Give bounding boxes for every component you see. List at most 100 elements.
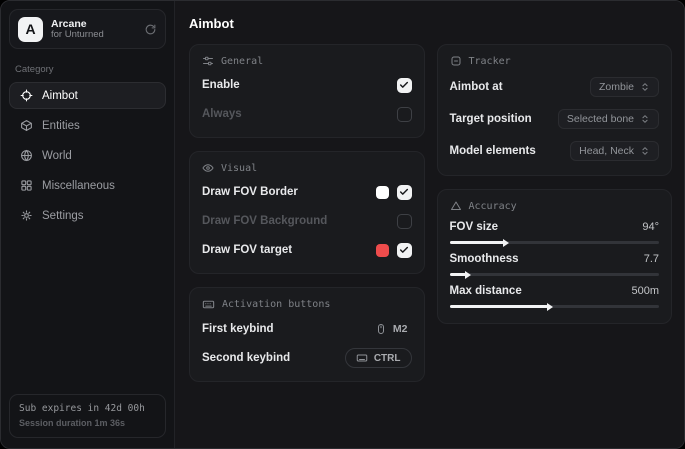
fov-target-checkbox[interactable] bbox=[397, 243, 412, 258]
keybind-value: M2 bbox=[393, 323, 408, 335]
first-keybind-button[interactable]: M2 bbox=[371, 320, 412, 338]
sidebar-item-settings[interactable]: Settings bbox=[9, 202, 166, 229]
always-checkbox[interactable] bbox=[397, 107, 412, 122]
setting-label: Aimbot at bbox=[450, 81, 503, 93]
page-title: Aimbot bbox=[189, 16, 672, 31]
keyboard-icon bbox=[202, 298, 215, 311]
cube-icon bbox=[20, 119, 33, 132]
setting-row: Aimbot at Zombie bbox=[450, 74, 660, 99]
session-duration-text: Session duration 1m 36s bbox=[19, 417, 156, 431]
sidebar-item-miscellaneous[interactable]: Miscellaneous bbox=[9, 172, 166, 199]
slider-label: FOV size bbox=[450, 221, 499, 233]
fov-target-color-swatch[interactable] bbox=[376, 244, 389, 257]
sidebar-item-world[interactable]: World bbox=[9, 142, 166, 169]
app-name: Arcane bbox=[51, 18, 136, 30]
select-value: Head, Neck bbox=[579, 145, 634, 157]
section-title: General bbox=[221, 56, 263, 67]
setting-label: First keybind bbox=[202, 323, 274, 335]
gear-icon bbox=[20, 209, 33, 222]
slider-thumb[interactable] bbox=[503, 239, 509, 247]
section-title: Visual bbox=[221, 163, 257, 174]
scan-box-icon bbox=[450, 55, 462, 67]
sidebar-item-label: Entities bbox=[42, 120, 80, 132]
setting-label: Always bbox=[202, 108, 242, 120]
app-window: A Arcane for Unturned Category Aimbot bbox=[0, 0, 685, 449]
sidebar-item-entities[interactable]: Entities bbox=[9, 112, 166, 139]
slider-value: 500m bbox=[631, 285, 659, 297]
triangle-icon bbox=[450, 200, 462, 212]
keybind-value: CTRL bbox=[374, 353, 401, 364]
fov-background-checkbox[interactable] bbox=[397, 214, 412, 229]
section-title: Tracker bbox=[469, 56, 511, 67]
slider-block: Smoothness 7.7 bbox=[450, 253, 660, 276]
setting-label: Target position bbox=[450, 113, 532, 125]
grid-icon bbox=[20, 179, 33, 192]
select-value: Zombie bbox=[599, 81, 634, 93]
setting-row: Second keybind CTRL bbox=[202, 347, 412, 369]
section-title: Accuracy bbox=[469, 201, 517, 212]
select-value: Selected bone bbox=[567, 113, 634, 125]
globe-icon bbox=[20, 149, 33, 162]
sliders-icon bbox=[202, 55, 214, 67]
app-subtitle: for Unturned bbox=[51, 30, 136, 41]
aimbot-at-select[interactable]: Zombie bbox=[590, 77, 659, 97]
general-card: General Enable Always bbox=[189, 44, 425, 138]
slider-label: Smoothness bbox=[450, 253, 519, 265]
slider-value: 94° bbox=[642, 221, 659, 233]
slider-value: 7.7 bbox=[644, 253, 659, 265]
setting-row: Enable bbox=[202, 74, 412, 96]
crosshair-icon bbox=[20, 89, 33, 102]
second-keybind-button[interactable]: CTRL bbox=[345, 348, 412, 368]
setting-row: Draw FOV Border bbox=[202, 181, 412, 203]
category-label: Category bbox=[15, 64, 160, 75]
slider-label: Max distance bbox=[450, 285, 522, 297]
setting-row: Draw FOV target bbox=[202, 239, 412, 261]
setting-label: Draw FOV Background bbox=[202, 215, 327, 227]
setting-label: Second keybind bbox=[202, 352, 290, 364]
chevrons-up-down-icon bbox=[640, 114, 650, 124]
subscription-status: Sub expires in 42d 00h Session duration … bbox=[9, 394, 166, 438]
fov-size-slider[interactable] bbox=[450, 241, 660, 244]
sub-expires-text: Sub expires in 42d 00h bbox=[19, 402, 156, 416]
chevrons-up-down-icon bbox=[640, 82, 650, 92]
slider-thumb[interactable] bbox=[465, 271, 471, 279]
sidebar-item-label: Miscellaneous bbox=[42, 180, 115, 192]
fov-border-checkbox[interactable] bbox=[397, 185, 412, 200]
slider-block: FOV size 94° bbox=[450, 221, 660, 244]
setting-label: Enable bbox=[202, 79, 240, 91]
smoothness-slider[interactable] bbox=[450, 273, 660, 276]
refresh-icon[interactable] bbox=[144, 23, 157, 36]
model-elements-select[interactable]: Head, Neck bbox=[570, 141, 659, 161]
setting-row: Draw FOV Background bbox=[202, 210, 412, 232]
mouse-icon bbox=[375, 323, 387, 335]
sidebar-item-label: Aimbot bbox=[42, 90, 78, 102]
setting-row: Target position Selected bone bbox=[450, 106, 660, 131]
tracker-card: Tracker Aimbot at Zombie Target position bbox=[437, 44, 673, 176]
fov-border-color-swatch[interactable] bbox=[376, 186, 389, 199]
setting-label: Draw FOV target bbox=[202, 244, 292, 256]
setting-row: Always bbox=[202, 103, 412, 125]
sidebar-nav: Aimbot Entities World bbox=[9, 82, 166, 229]
activation-card: Activation buttons First keybind M2 bbox=[189, 287, 425, 382]
sidebar-item-label: World bbox=[42, 150, 72, 162]
slider-thumb[interactable] bbox=[547, 303, 553, 311]
sidebar-item-label: Settings bbox=[42, 210, 84, 222]
section-title: Activation buttons bbox=[222, 299, 330, 310]
main-content: Aimbot General Enable bbox=[175, 1, 684, 448]
max-distance-slider[interactable] bbox=[450, 305, 660, 308]
keyboard-icon bbox=[356, 352, 368, 364]
target-position-select[interactable]: Selected bone bbox=[558, 109, 659, 129]
setting-row: First keybind M2 bbox=[202, 318, 412, 340]
brand-card: A Arcane for Unturned bbox=[9, 9, 166, 49]
enable-checkbox[interactable] bbox=[397, 78, 412, 93]
app-logo: A bbox=[18, 17, 43, 42]
setting-label: Draw FOV Border bbox=[202, 186, 298, 198]
setting-row: Model elements Head, Neck bbox=[450, 138, 660, 163]
chevrons-up-down-icon bbox=[640, 146, 650, 156]
eye-icon bbox=[202, 162, 214, 174]
sidebar: A Arcane for Unturned Category Aimbot bbox=[1, 1, 175, 448]
accuracy-card: Accuracy FOV size 94° Smoothness bbox=[437, 189, 673, 324]
sidebar-item-aimbot[interactable]: Aimbot bbox=[9, 82, 166, 109]
setting-label: Model elements bbox=[450, 145, 536, 157]
slider-block: Max distance 500m bbox=[450, 285, 660, 308]
